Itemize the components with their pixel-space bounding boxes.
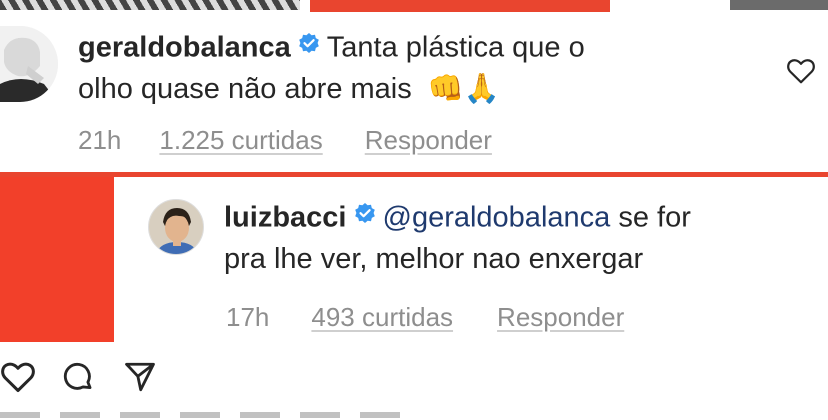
verified-badge-icon <box>297 30 321 64</box>
cropped-image-left <box>0 0 300 10</box>
username[interactable]: geraldobalanca <box>78 32 291 64</box>
avatar-photo <box>149 200 203 254</box>
reply-button[interactable]: Responder <box>497 302 624 332</box>
avatar-photo <box>0 26 58 102</box>
timestamp: 17h <box>226 302 270 332</box>
reply-meta: 17h 493 curtidas Responder <box>226 302 624 332</box>
mention-link[interactable]: @geraldobalanca <box>383 202 611 234</box>
timestamp: 21h <box>78 125 122 155</box>
heart-outline-icon[interactable] <box>786 57 816 85</box>
username[interactable]: luizbacci <box>224 202 347 234</box>
cropped-banner-red <box>310 0 610 12</box>
reply-text: se for <box>618 201 691 234</box>
cropped-text-fragment <box>0 412 420 418</box>
likes-count-link[interactable]: 493 curtidas <box>311 302 453 332</box>
avatar[interactable] <box>148 199 204 255</box>
comment-line-1: geraldobalanca Tanta plástica que o <box>78 30 585 68</box>
comment-bubble-icon[interactable] <box>60 360 96 394</box>
verified-badge-icon <box>353 200 377 234</box>
comment-text-continued: olho quase não abre mais <box>78 73 412 105</box>
reply-button[interactable]: Responder <box>365 125 492 155</box>
comment-line-2: olho quase não abre mais 👊🙏 <box>78 72 500 106</box>
top-cropped-strip <box>0 0 828 14</box>
comment-text: Tanta plástica que o <box>326 31 585 64</box>
cropped-bottom-text <box>0 410 828 420</box>
reply-line-1: luizbacci @geraldobalanca se for <box>224 200 691 238</box>
comment-meta: 21h 1.225 curtidas Responder <box>78 125 492 155</box>
red-side-block <box>0 177 114 342</box>
reply-text-continued: pra lhe ver, melhor nao enxergar <box>224 243 644 275</box>
reply-line-2: pra lhe ver, melhor nao enxergar <box>224 242 643 276</box>
send-paper-plane-icon[interactable] <box>122 360 158 394</box>
avatar[interactable] <box>0 26 58 102</box>
heart-outline-icon[interactable] <box>0 360 36 394</box>
likes-count-link[interactable]: 1.225 curtidas <box>159 125 322 155</box>
emoji-fist-pray: 👊🙏 <box>427 73 501 105</box>
red-divider <box>0 172 828 177</box>
cropped-image-right <box>730 0 828 10</box>
